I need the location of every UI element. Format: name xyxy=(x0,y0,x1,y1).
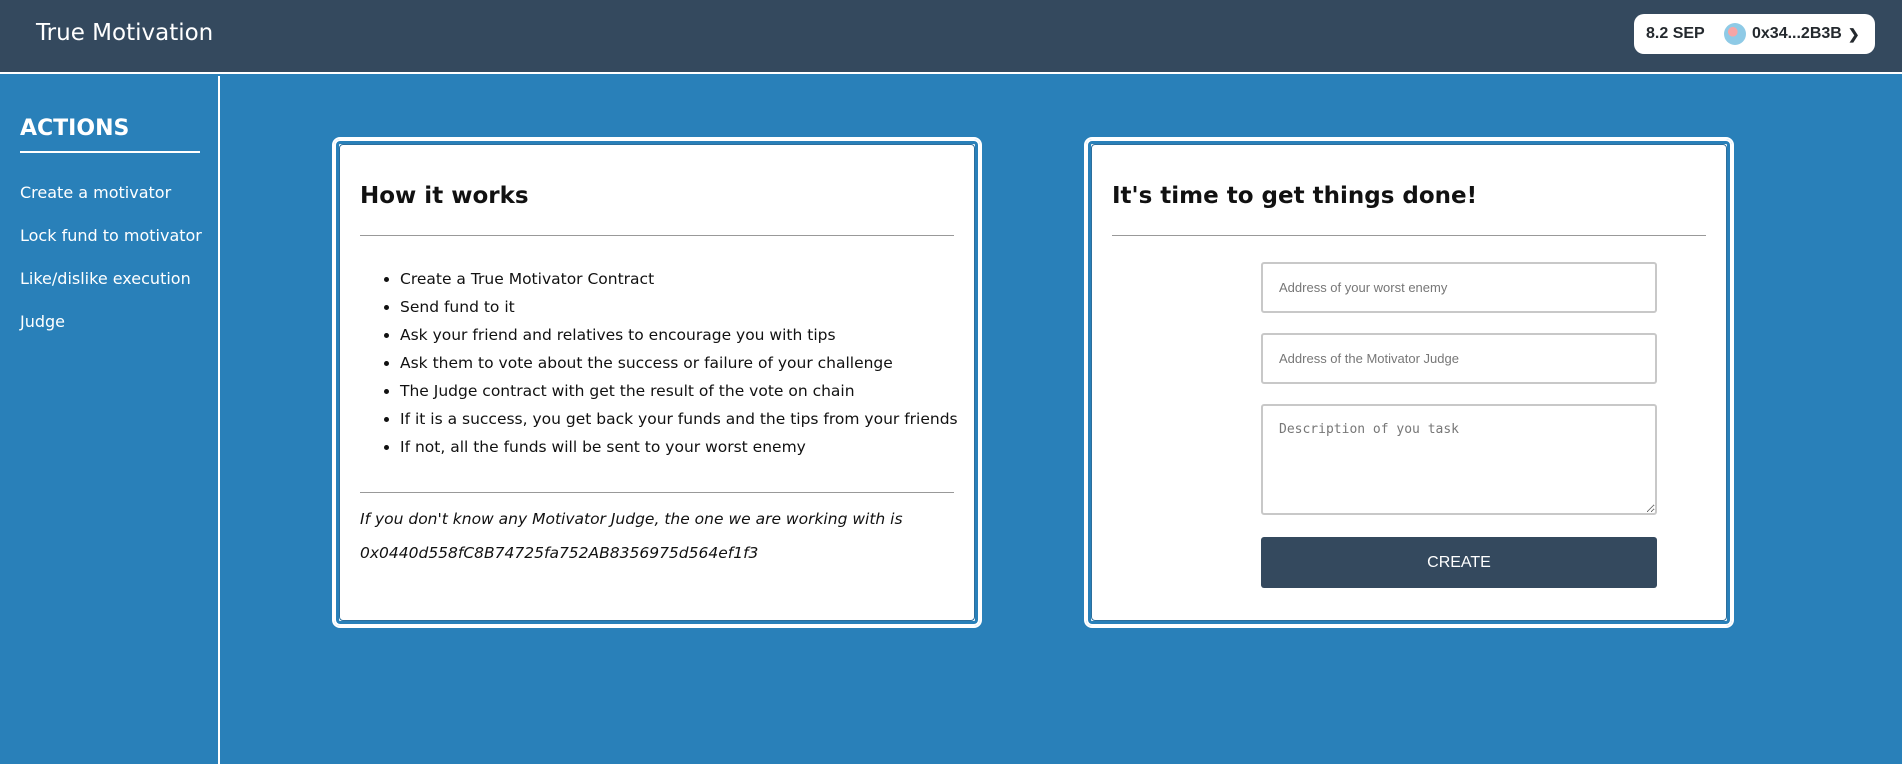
task-description-input[interactable] xyxy=(1261,404,1657,515)
how-it-works-card: How it works Create a True Motivator Con… xyxy=(332,137,982,628)
app-title[interactable]: True Motivation xyxy=(36,20,213,46)
account-avatar-icon xyxy=(1724,23,1746,45)
wallet-widget[interactable]: 8.2 SEP 0x34...2B3B ❯ xyxy=(1634,14,1875,54)
create-motivator-card-body: It's time to get things done! CREATE xyxy=(1091,144,1727,621)
sidebar-item-judge[interactable]: Judge xyxy=(20,312,65,331)
divider xyxy=(360,492,954,493)
list-item: Send fund to it xyxy=(400,293,960,321)
sidebar: ACTIONS Create a motivator Lock fund to … xyxy=(0,76,220,764)
create-button[interactable]: CREATE xyxy=(1261,537,1657,588)
list-item: If it is a success, you get back your fu… xyxy=(400,405,960,433)
top-navbar: True Motivation 8.2 SEP 0x34...2B3B ❯ xyxy=(0,0,1902,74)
list-item: Ask your friend and relatives to encoura… xyxy=(400,321,960,349)
chevron-down-icon: ❯ xyxy=(1847,25,1860,42)
wallet-account-button[interactable]: 0x34...2B3B ❯ xyxy=(1724,23,1860,45)
list-item: Create a True Motivator Contract xyxy=(400,265,960,293)
list-item: Ask them to vote about the success or fa… xyxy=(400,349,960,377)
divider xyxy=(360,235,954,236)
sidebar-item-lock-fund[interactable]: Lock fund to motivator xyxy=(20,226,202,245)
sidebar-title: ACTIONS xyxy=(20,116,200,153)
list-item: If not, all the funds will be sent to yo… xyxy=(400,433,960,461)
create-form-title: It's time to get things done! xyxy=(1112,183,1478,209)
worst-enemy-address-input[interactable] xyxy=(1261,262,1657,313)
judge-address: 0x0440d558fC8B74725fa752AB8356975d564ef1… xyxy=(360,544,759,562)
judge-address-input[interactable] xyxy=(1261,333,1657,384)
judge-note: If you don't know any Motivator Judge, t… xyxy=(360,510,903,528)
list-item: The Judge contract with get the result o… xyxy=(400,377,960,405)
wallet-account-address: 0x34...2B3B xyxy=(1752,25,1842,42)
sidebar-item-create-motivator[interactable]: Create a motivator xyxy=(20,183,171,202)
create-motivator-card: It's time to get things done! CREATE xyxy=(1084,137,1734,628)
sidebar-item-like-dislike[interactable]: Like/dislike execution xyxy=(20,269,191,288)
steps-list: Create a True Motivator Contract Send fu… xyxy=(400,265,960,461)
how-it-works-title: How it works xyxy=(360,183,529,209)
wallet-balance: 8.2 SEP xyxy=(1646,25,1705,42)
divider xyxy=(1112,235,1706,236)
how-it-works-card-body: How it works Create a True Motivator Con… xyxy=(339,144,975,621)
